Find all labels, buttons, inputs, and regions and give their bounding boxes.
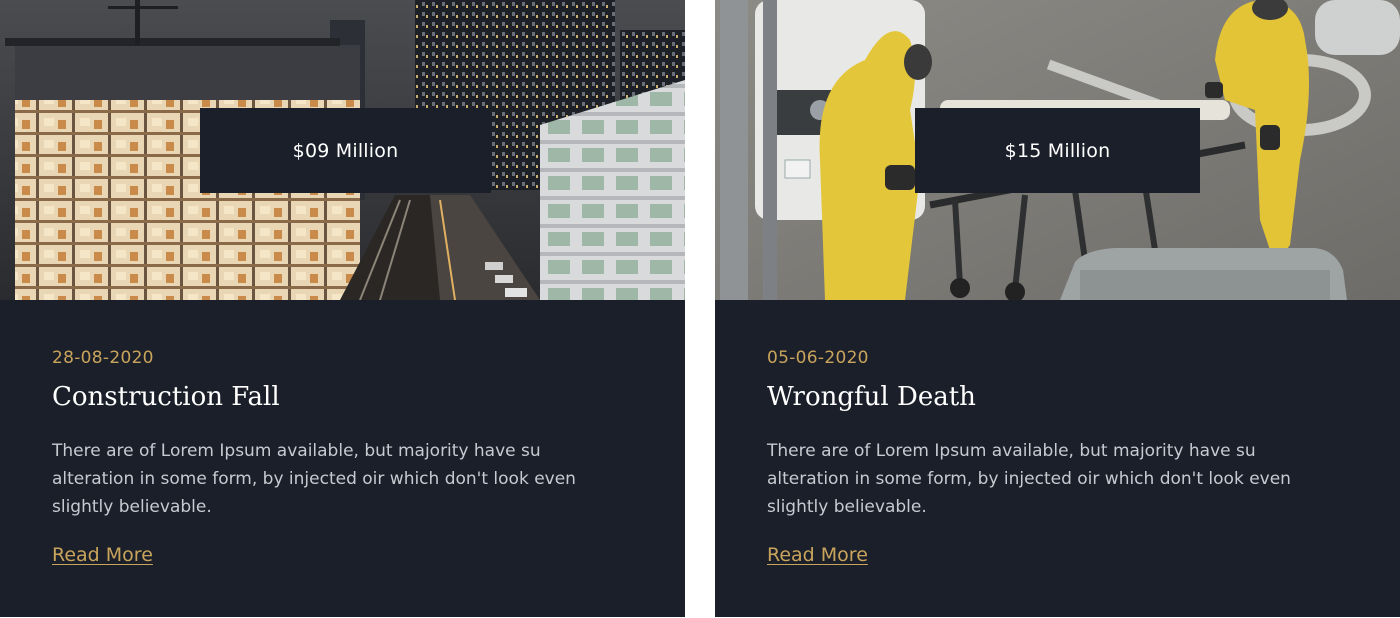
settlement-amount-badge: $09 Million	[200, 108, 491, 193]
case-date: 05-06-2020	[767, 348, 869, 368]
read-more-link[interactable]: Read More	[52, 544, 153, 566]
read-more-link[interactable]: Read More	[767, 544, 868, 566]
description-line: slightly believable.	[767, 497, 927, 517]
case-cards: $09 Million 28-08-2020 Construction Fall…	[0, 0, 1400, 618]
description-line: alteration in some form, by injected oir…	[52, 469, 576, 489]
case-description: There are of Lorem Ipsum available, but …	[52, 437, 612, 521]
case-card-construction-fall: $09 Million 28-08-2020 Construction Fall…	[0, 0, 685, 617]
settlement-amount-badge: $15 Million	[915, 108, 1200, 193]
case-date: 28-08-2020	[52, 348, 154, 368]
description-line: There are of Lorem Ipsum available, but …	[52, 441, 541, 461]
case-title[interactable]: Wrongful Death	[767, 382, 976, 412]
description-line: slightly believable.	[52, 497, 212, 517]
case-card-wrongful-death: $15 Million 05-06-2020 Wrongful Death Th…	[715, 0, 1400, 617]
case-description: There are of Lorem Ipsum available, but …	[767, 437, 1327, 521]
case-title[interactable]: Construction Fall	[52, 382, 280, 412]
description-line: There are of Lorem Ipsum available, but …	[767, 441, 1256, 461]
description-line: alteration in some form, by injected oir…	[767, 469, 1291, 489]
